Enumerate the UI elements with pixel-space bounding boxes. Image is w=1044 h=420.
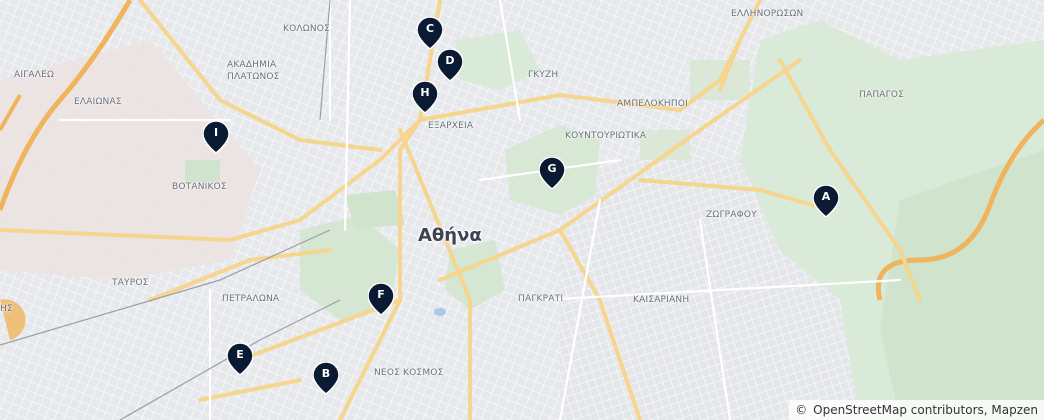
district-label-kaisariani: ΚΑΙΣΑΡΙΑΝΗ (633, 295, 690, 305)
district-label-elaionas: ΕΛΑΙΩΝΑΣ (74, 97, 122, 107)
district-label-kolonos: ΚΟΛΩΝΟΣ (283, 24, 330, 34)
marker-letter: B (321, 367, 331, 380)
map-marker-b[interactable]: B (313, 362, 339, 394)
marker-letter: I (213, 126, 219, 139)
attribution-link[interactable]: OpenStreetMap contributors, Mapzen (813, 403, 1038, 417)
district-label-petralona: ΠΕΤΡΑΛΩΝΑ (222, 294, 280, 304)
district-label-pagkrati: ΠΑΓΚΡΑΤΙ (518, 294, 564, 304)
district-label-exarcheia: ΕΞΑΡΧΕΙΑ (428, 121, 474, 131)
district-label-votanikos: ΒΟΤΑΝΙΚΟΣ (172, 182, 227, 192)
district-label-neos-kosmos: ΝΕΟΣ ΚΟΣΜΟΣ (374, 368, 444, 378)
district-label-aigaleo: ΑΙΓΑΛΕΩ (14, 70, 55, 80)
map-marker-f[interactable]: F (368, 283, 394, 315)
map-view[interactable]: ΚΟΛΩΝΟΣ ΕΛΛΗΝΟΡΩΣΩΝ ΑΚΑΔΗΜΙΑ ΠΛΑΤΩΝΟΣ ΑΙ… (0, 0, 1044, 420)
map-base-layer (0, 0, 1044, 420)
map-marker-d[interactable]: D (437, 49, 463, 81)
marker-letter: G (547, 162, 557, 175)
map-marker-e[interactable]: E (227, 343, 253, 375)
district-label-platonos: ΠΛΑΤΩΝΟΣ (227, 72, 280, 82)
map-marker-g[interactable]: G (539, 157, 565, 189)
district-label-papagos: ΠΑΠΑΓΟΣ (859, 90, 905, 100)
marker-letter: C (425, 22, 435, 35)
map-marker-i[interactable]: I (203, 121, 229, 153)
marker-letter: A (821, 190, 831, 203)
marker-letter: F (377, 288, 385, 301)
district-label-ampelokipoi: ΑΜΠΕΛΟΚΗΠΟΙ (617, 99, 688, 109)
district-label-akadimia: ΑΚΑΔΗΜΙΑ (227, 60, 277, 70)
map-marker-a[interactable]: A (813, 185, 839, 217)
map-attribution: © OpenStreetMap contributors, Mapzen (789, 400, 1044, 420)
district-label-gkyzi: ΓΚΥΖΗ (528, 70, 559, 80)
map-marker-c[interactable]: C (417, 17, 443, 49)
copyright-icon: © (795, 403, 808, 417)
marker-letter: D (445, 54, 455, 67)
district-label-kountouriotika: ΚΟΥΝΤΟΥΡΙΩΤΙΚΑ (565, 131, 647, 141)
marker-letter: H (420, 86, 430, 99)
district-label-rentis-fragment: ΗΣ (0, 304, 13, 314)
city-label-athens: Αθήνα (418, 225, 482, 246)
district-label-ellinoroson: ΕΛΛΗΝΟΡΩΣΩΝ (731, 9, 804, 19)
marker-letter: E (236, 348, 244, 361)
district-label-zografou: ΖΩΓΡΑΦΟΥ (706, 210, 757, 220)
district-label-tavros: ΤΑΥΡΟΣ (112, 278, 149, 288)
map-marker-h[interactable]: H (412, 81, 438, 113)
